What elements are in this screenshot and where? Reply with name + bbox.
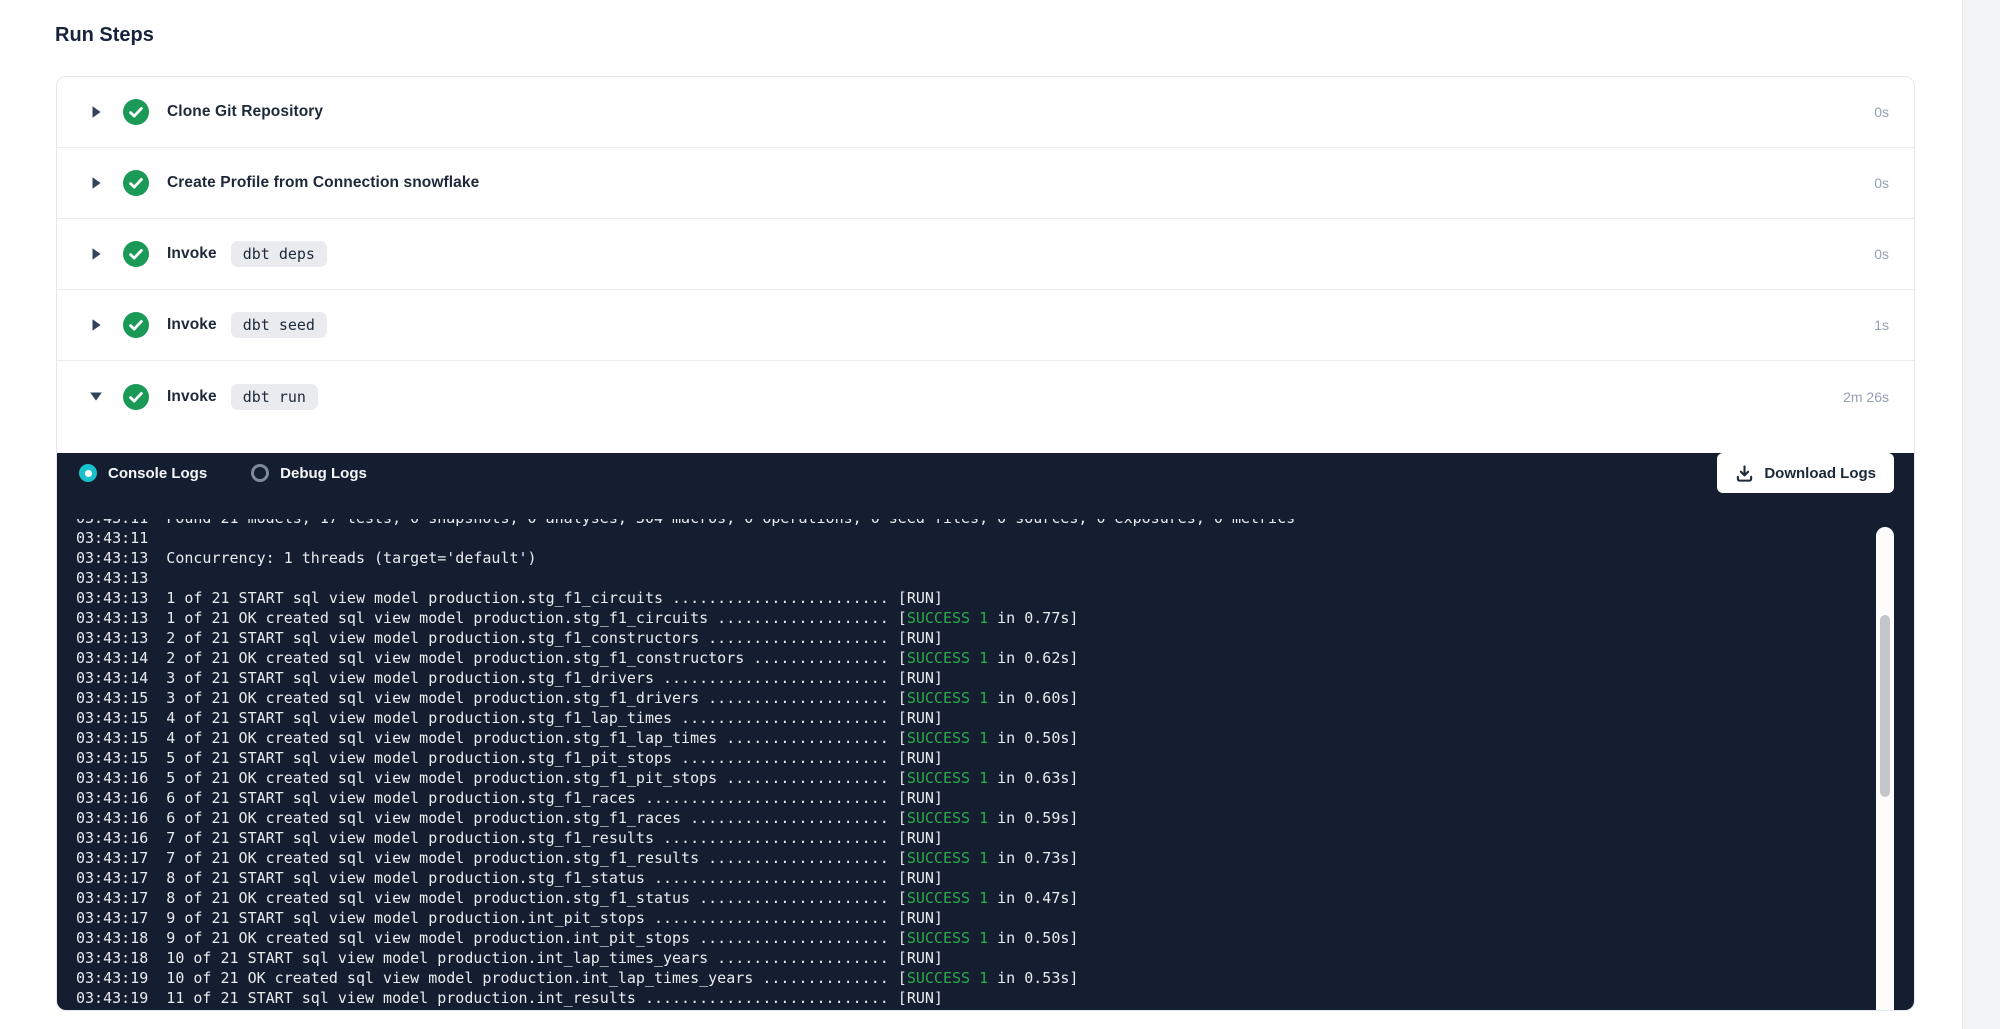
log-line: 03:43:16 6 of 21 OK created sql view mod… <box>76 808 1866 828</box>
chevron-right-icon <box>89 318 103 332</box>
step-row-invoke-dbt-seed[interactable]: Invoke dbt seed 1s <box>57 290 1914 361</box>
log-line: 03:43:11 Found 21 models, 17 tests, 0 sn… <box>76 519 1866 528</box>
check-circle-icon <box>123 241 149 267</box>
chevron-right-icon <box>89 105 103 119</box>
log-line: 03:43:11 <box>76 528 1866 548</box>
log-line: 03:43:13 1 of 21 OK created sql view mod… <box>76 608 1866 628</box>
log-scrollbar-thumb[interactable] <box>1880 615 1890 797</box>
log-line: 03:43:18 10 of 21 START sql view model p… <box>76 948 1866 968</box>
radio-icon <box>251 464 269 482</box>
log-line: 03:43:16 6 of 21 START sql view model pr… <box>76 788 1866 808</box>
step-duration: 0s <box>1874 175 1889 191</box>
log-line: 03:43:15 5 of 21 START sql view model pr… <box>76 748 1866 768</box>
log-line: 03:43:17 8 of 21 OK created sql view mod… <box>76 888 1866 908</box>
log-panel: Console Logs Debug Logs Download Logs 03:… <box>57 453 1914 1011</box>
log-line: 03:43:13 1 of 21 START sql view model pr… <box>76 588 1866 608</box>
log-line: 03:43:15 3 of 21 OK created sql view mod… <box>76 688 1866 708</box>
log-line: 03:43:15 4 of 21 START sql view model pr… <box>76 708 1866 728</box>
log-line: 03:43:14 2 of 21 OK created sql view mod… <box>76 648 1866 668</box>
step-title: Invoke <box>167 245 217 263</box>
step-duration: 2m 26s <box>1843 389 1889 405</box>
step-row-invoke-dbt-deps[interactable]: Invoke dbt deps 0s <box>57 219 1914 290</box>
step-duration: 1s <box>1874 317 1889 333</box>
log-panel-header: Console Logs Debug Logs Download Logs <box>57 453 1914 493</box>
log-line: 03:43:13 <box>76 568 1866 588</box>
step-row-clone-git-repository[interactable]: Clone Git Repository 0s <box>57 77 1914 148</box>
log-line: 03:43:17 8 of 21 START sql view model pr… <box>76 868 1866 888</box>
step-row-invoke-dbt-run[interactable]: Invoke dbt run 2m 26s <box>57 361 1914 432</box>
tab-label: Debug Logs <box>280 465 367 482</box>
log-line: 03:43:13 Concurrency: 1 threads (target=… <box>76 548 1866 568</box>
command-pill: dbt run <box>231 384 318 410</box>
step-row-create-profile-from-connection-snowflake[interactable]: Create Profile from Connection snowflake… <box>57 148 1914 219</box>
tab-console-logs[interactable]: Console Logs <box>79 464 207 482</box>
log-line: 03:43:13 2 of 21 START sql view model pr… <box>76 628 1866 648</box>
log-line: 03:43:17 7 of 21 OK created sql view mod… <box>76 848 1866 868</box>
step-title: Create Profile from Connection snowflake <box>167 174 479 192</box>
step-title: Invoke <box>167 388 217 406</box>
chevron-right-icon <box>89 176 103 190</box>
command-pill: dbt seed <box>231 312 327 338</box>
log-line: 03:43:19 11 of 21 START sql view model p… <box>76 988 1866 1008</box>
page-title: Run Steps <box>55 24 154 47</box>
download-logs-button[interactable]: Download Logs <box>1717 453 1894 493</box>
check-circle-icon <box>123 384 149 410</box>
check-circle-icon <box>123 312 149 338</box>
step-title: Invoke <box>167 316 217 334</box>
download-logs-label: Download Logs <box>1764 465 1876 482</box>
log-line: 03:43:16 7 of 21 START sql view model pr… <box>76 828 1866 848</box>
tab-debug-logs[interactable]: Debug Logs <box>251 464 367 482</box>
command-pill: dbt deps <box>231 241 327 267</box>
log-line: 03:43:17 9 of 21 START sql view model pr… <box>76 908 1866 928</box>
console-log-output: 03:43:11 Found 21 models, 17 tests, 0 sn… <box>76 519 1866 1011</box>
radio-icon <box>79 464 97 482</box>
log-line: 03:43:15 4 of 21 OK created sql view mod… <box>76 728 1866 748</box>
step-duration: 0s <box>1874 246 1889 262</box>
chevron-right-icon <box>89 247 103 261</box>
log-tabs: Console Logs Debug Logs <box>79 464 411 482</box>
log-line: 03:43:18 9 of 21 OK created sql view mod… <box>76 928 1866 948</box>
check-circle-icon <box>123 99 149 125</box>
page-right-gutter <box>1962 0 2000 1029</box>
step-duration: 0s <box>1874 104 1889 120</box>
log-line: 03:43:14 3 of 21 START sql view model pr… <box>76 668 1866 688</box>
step-title: Clone Git Repository <box>167 103 323 121</box>
run-steps-list: Clone Git Repository0sCreate Profile fro… <box>57 77 1914 432</box>
log-line: 03:43:19 10 of 21 OK created sql view mo… <box>76 968 1866 988</box>
run-steps-card: Clone Git Repository0sCreate Profile fro… <box>56 76 1915 1011</box>
check-circle-icon <box>123 170 149 196</box>
chevron-down-icon <box>89 391 103 402</box>
log-line: 03:43:16 5 of 21 OK created sql view mod… <box>76 768 1866 788</box>
tab-label: Console Logs <box>108 465 207 482</box>
download-icon <box>1735 464 1754 483</box>
